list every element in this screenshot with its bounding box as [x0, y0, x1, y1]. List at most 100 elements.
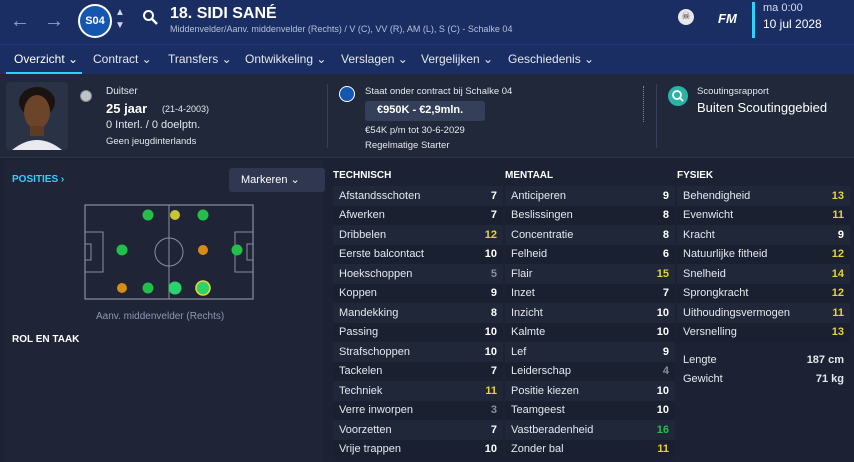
attribute-value: 12 — [831, 287, 844, 300]
attribute-row[interactable]: Flair 15 — [505, 264, 675, 284]
attribute-row[interactable]: Dribbelen 12 — [333, 225, 503, 245]
position-dot — [168, 281, 182, 295]
back-arrow-icon[interactable]: ← — [10, 10, 30, 33]
scouting-report-value[interactable]: Buiten Scoutinggebied — [697, 100, 827, 115]
attribute-name: Afwerken — [339, 209, 385, 222]
attribute-name: Voorzetten — [339, 423, 392, 436]
attribute-row[interactable]: Eerste balcontact 10 — [333, 244, 503, 264]
attribute-value: 4 — [662, 365, 669, 378]
attribute-row[interactable]: Versnelling 13 — [677, 322, 850, 342]
fm-logo[interactable]: FM — [718, 11, 737, 26]
skull-icon[interactable]: ☠ — [678, 9, 694, 25]
bio-row: Lengte 187 cm — [677, 350, 850, 369]
attribute-name: Versnelling — [683, 326, 737, 339]
attribute-value: 10 — [484, 443, 497, 456]
divider — [327, 84, 328, 148]
attribute-row[interactable]: Natuurlijke fitheid 12 — [677, 244, 850, 264]
physical-heading: FYSIEK — [677, 170, 714, 181]
attribute-row[interactable]: Sprongkracht 12 — [677, 283, 850, 303]
attribute-row[interactable]: Afwerken 7 — [333, 205, 503, 225]
player-info-bar: Duitser 25 jaar (21-4-2003) 0 Interl. / … — [0, 74, 854, 158]
attribute-name: Uithoudingsvermogen — [683, 306, 791, 319]
nationality-flag-icon — [80, 90, 92, 102]
attribute-row[interactable]: Concentratie 8 — [505, 225, 675, 245]
attribute-row[interactable]: Zonder bal 11 — [505, 439, 675, 459]
attribute-name: Tackelen — [339, 365, 383, 378]
attribute-row[interactable]: Snelheid 14 — [677, 264, 850, 284]
attribute-value: 7 — [490, 423, 497, 436]
attribute-row[interactable]: Behendigheid 13 — [677, 186, 850, 206]
attribute-row[interactable]: Verre inworpen 3 — [333, 400, 503, 420]
club-badge-text: S04 — [85, 15, 105, 27]
attribute-row[interactable]: Lef 9 — [505, 342, 675, 362]
attribute-row[interactable]: Uithoudingsvermogen 11 — [677, 303, 850, 323]
position-dot — [116, 244, 128, 256]
avatar-silhouette — [6, 82, 68, 150]
attribute-row[interactable]: Tackelen 7 — [333, 361, 503, 381]
tag-icon[interactable] — [636, 86, 644, 122]
selected-position-dot — [195, 280, 211, 296]
forward-arrow-icon[interactable]: → — [44, 10, 64, 33]
markeren-dropdown[interactable]: Markeren ⌄ — [229, 168, 325, 192]
attribute-row[interactable]: Kracht 9 — [677, 225, 850, 245]
attribute-name: Kalmte — [511, 326, 546, 339]
attribute-row[interactable]: Evenwicht 11 — [677, 205, 850, 225]
technical-attributes: TECHNISCH Afstandsschoten 7 Afwerken 7 Dribb… — [333, 160, 503, 459]
player-avatar[interactable] — [6, 82, 68, 150]
attribute-row[interactable]: Strafschoppen 10 — [333, 342, 503, 362]
attribute-name: Vrije trappen — [339, 443, 401, 456]
value-button[interactable]: €950K - €2,9mln. — [365, 101, 485, 121]
game-date-box[interactable]: ma 0:00 10 jul 2028 — [752, 2, 848, 38]
attribute-row[interactable]: Inzet 7 — [505, 283, 675, 303]
attribute-value: 14 — [831, 267, 844, 280]
attribute-row[interactable]: Positie kiezen 10 — [505, 381, 675, 401]
attribute-row[interactable]: Hoekschoppen 5 — [333, 264, 503, 284]
club-badge[interactable]: S04 — [78, 4, 112, 38]
club-switch-icon[interactable]: ▲ ▼ — [115, 6, 125, 32]
attribute-row[interactable]: Voorzetten 7 — [333, 420, 503, 440]
attribute-row[interactable]: Inzicht 10 — [505, 303, 675, 323]
attribute-value: 7 — [490, 209, 497, 222]
scouting-search-icon[interactable] — [668, 86, 688, 106]
positions-link[interactable]: POSITIES › — [12, 174, 64, 185]
youth-caps: Geen jeugdinterlands — [106, 136, 197, 147]
tab-ontwikkeling[interactable]: Ontwikkeling ⌄ — [245, 52, 326, 66]
tab-verslagen[interactable]: Verslagen ⌄ — [341, 52, 408, 66]
attribute-name: Anticiperen — [511, 189, 567, 202]
club-mini-badge[interactable] — [339, 86, 355, 102]
attribute-row[interactable]: Techniek 11 — [333, 381, 503, 401]
mental-heading: MENTAAL — [505, 170, 554, 181]
attribute-row[interactable]: Vrije trappen 10 — [333, 439, 503, 459]
tab-transfers[interactable]: Transfers ⌄ — [168, 52, 232, 66]
tab-contract[interactable]: Contract ⌄ — [93, 52, 152, 66]
attribute-name: Inzicht — [511, 306, 543, 319]
attribute-row[interactable]: Kalmte 10 — [505, 322, 675, 342]
attribute-row[interactable]: Afstandsschoten 7 — [333, 186, 503, 206]
attribute-row[interactable]: Passing 10 — [333, 322, 503, 342]
contract-wage: €54K p/m tot 30-6-2029 — [365, 125, 465, 136]
attribute-value: 11 — [832, 209, 844, 222]
positions-panel: POSITIES › Markeren ⌄ Aanv. middenvelder… — [4, 160, 325, 462]
attribute-row[interactable]: Beslissingen 8 — [505, 205, 675, 225]
player-title: 18. SIDI SANÉ — [170, 5, 277, 22]
attribute-value: 8 — [662, 228, 669, 241]
attribute-value: 9 — [662, 189, 669, 202]
position-dot — [170, 210, 180, 220]
divider — [656, 84, 657, 148]
attribute-value: 10 — [656, 326, 669, 339]
attribute-row[interactable]: Teamgeest 10 — [505, 400, 675, 420]
attribute-row[interactable]: Vastberadenheid 16 — [505, 420, 675, 440]
search-icon[interactable] — [142, 9, 158, 25]
tab-vergelijken[interactable]: Vergelijken ⌄ — [421, 52, 493, 66]
attribute-row[interactable]: Koppen 9 — [333, 283, 503, 303]
attribute-row[interactable]: Felheid 6 — [505, 244, 675, 264]
attribute-row[interactable]: Mandekking 8 — [333, 303, 503, 323]
position-dot — [142, 209, 154, 221]
tab-geschiedenis[interactable]: Geschiedenis ⌄ — [508, 52, 594, 66]
attribute-name: Behendigheid — [683, 189, 751, 202]
attribute-row[interactable]: Leiderschap 4 — [505, 361, 675, 381]
attribute-name: Teamgeest — [511, 404, 565, 417]
attribute-row[interactable]: Anticiperen 9 — [505, 186, 675, 206]
bio-row: Gewicht 71 kg — [677, 369, 850, 388]
tab-overzicht[interactable]: Overzicht ⌄ — [14, 52, 78, 66]
